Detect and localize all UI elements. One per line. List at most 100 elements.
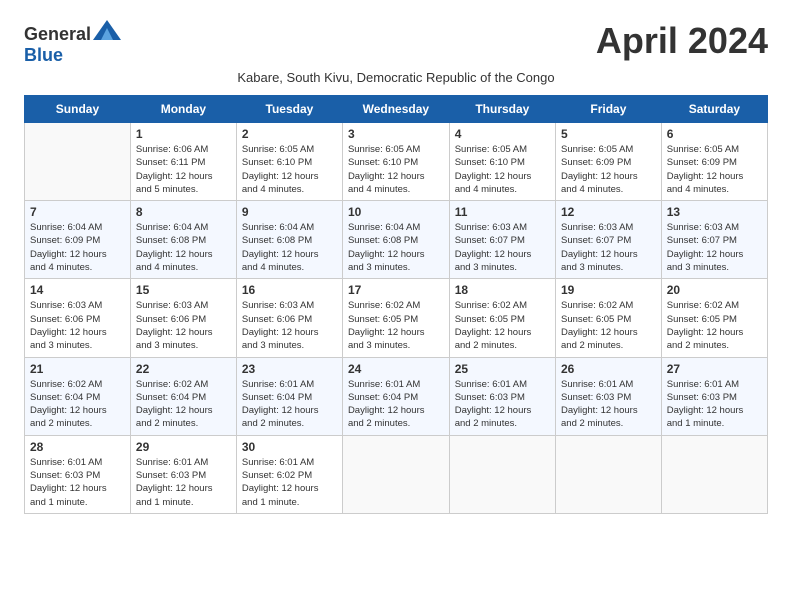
logo-text: General Blue bbox=[24, 20, 121, 66]
day-number: 13 bbox=[667, 205, 762, 219]
day-info: Sunrise: 6:03 AMSunset: 6:07 PMDaylight:… bbox=[667, 221, 762, 274]
day-info: Sunrise: 6:04 AMSunset: 6:09 PMDaylight:… bbox=[30, 221, 125, 274]
day-number: 20 bbox=[667, 283, 762, 297]
logo-icon bbox=[93, 20, 121, 40]
calendar-cell: 16Sunrise: 6:03 AMSunset: 6:06 PMDayligh… bbox=[236, 279, 342, 357]
calendar-cell: 11 Sunrise: 6:03 AMSunset: 6:07 PMDayligh… bbox=[449, 201, 555, 279]
day-info: Sunrise: 6:01 AMSunset: 6:03 PMDaylight:… bbox=[561, 378, 656, 431]
day-info: Sunrise: 6:03 AMSunset: 6:07 PMDaylight:… bbox=[561, 221, 656, 274]
calendar-cell: 6 Sunrise: 6:05 AMSunset: 6:09 PMDaylight… bbox=[661, 123, 767, 201]
calendar-cell bbox=[342, 435, 449, 513]
calendar-week-row: 28 Sunrise: 6:01 AMSunset: 6:03 PMDayligh… bbox=[25, 435, 768, 513]
calendar-cell: 26 Sunrise: 6:01 AMSunset: 6:03 PMDayligh… bbox=[556, 357, 662, 435]
calendar-cell: 19 Sunrise: 6:02 AMSunset: 6:05 PMDayligh… bbox=[556, 279, 662, 357]
calendar-cell bbox=[25, 123, 131, 201]
calendar-cell: 5 Sunrise: 6:05 AMSunset: 6:09 PMDaylight… bbox=[556, 123, 662, 201]
day-info: Sunrise: 6:03 AMSunset: 6:07 PMDaylight:… bbox=[455, 221, 550, 274]
day-of-week-header: Monday bbox=[130, 96, 236, 123]
calendar-week-row: 21Sunrise: 6:02 AMSunset: 6:04 PMDayligh… bbox=[25, 357, 768, 435]
day-of-week-header: Friday bbox=[556, 96, 662, 123]
calendar-week-row: 7 Sunrise: 6:04 AMSunset: 6:09 PMDaylight… bbox=[25, 201, 768, 279]
day-info: Sunrise: 6:05 AMSunset: 6:10 PMDaylight:… bbox=[348, 143, 444, 196]
day-number: 5 bbox=[561, 127, 656, 141]
calendar-cell: 13 Sunrise: 6:03 AMSunset: 6:07 PMDayligh… bbox=[661, 201, 767, 279]
day-info: Sunrise: 6:01 AMSunset: 6:03 PMDaylight:… bbox=[667, 378, 762, 431]
day-number: 15 bbox=[136, 283, 231, 297]
calendar-cell: 12Sunrise: 6:03 AMSunset: 6:07 PMDayligh… bbox=[556, 201, 662, 279]
day-number: 9 bbox=[242, 205, 337, 219]
day-number: 18 bbox=[455, 283, 550, 297]
day-info: Sunrise: 6:03 AMSunset: 6:06 PMDaylight:… bbox=[136, 299, 231, 352]
day-number: 24 bbox=[348, 362, 444, 376]
day-of-week-header: Saturday bbox=[661, 96, 767, 123]
calendar-week-row: 1 Sunrise: 6:06 AMSunset: 6:11 PMDaylight… bbox=[25, 123, 768, 201]
day-info: Sunrise: 6:05 AMSunset: 6:09 PMDaylight:… bbox=[561, 143, 656, 196]
calendar-header-row: SundayMondayTuesdayWednesdayThursdayFrid… bbox=[25, 96, 768, 123]
calendar-cell: 18 Sunrise: 6:02 AMSunset: 6:05 PMDayligh… bbox=[449, 279, 555, 357]
day-number: 19 bbox=[561, 283, 656, 297]
calendar-week-row: 14 Sunrise: 6:03 AMSunset: 6:06 PMDayligh… bbox=[25, 279, 768, 357]
day-number: 2 bbox=[242, 127, 337, 141]
day-info: Sunrise: 6:02 AMSunset: 6:05 PMDaylight:… bbox=[348, 299, 444, 352]
calendar-cell: 30Sunrise: 6:01 AMSunset: 6:02 PMDayligh… bbox=[236, 435, 342, 513]
day-info: Sunrise: 6:05 AMSunset: 6:10 PMDaylight:… bbox=[242, 143, 337, 196]
day-info: Sunrise: 6:02 AMSunset: 6:05 PMDaylight:… bbox=[667, 299, 762, 352]
day-number: 28 bbox=[30, 440, 125, 454]
day-number: 16 bbox=[242, 283, 337, 297]
calendar-cell: 24 Sunrise: 6:01 AMSunset: 6:04 PMDayligh… bbox=[342, 357, 449, 435]
day-of-week-header: Sunday bbox=[25, 96, 131, 123]
day-number: 1 bbox=[136, 127, 231, 141]
day-number: 14 bbox=[30, 283, 125, 297]
calendar-cell: 28 Sunrise: 6:01 AMSunset: 6:03 PMDayligh… bbox=[25, 435, 131, 513]
day-info: Sunrise: 6:05 AMSunset: 6:09 PMDaylight:… bbox=[667, 143, 762, 196]
calendar-cell: 10 Sunrise: 6:04 AMSunset: 6:08 PMDayligh… bbox=[342, 201, 449, 279]
day-info: Sunrise: 6:01 AMSunset: 6:04 PMDaylight:… bbox=[348, 378, 444, 431]
day-info: Sunrise: 6:02 AMSunset: 6:04 PMDaylight:… bbox=[136, 378, 231, 431]
day-number: 26 bbox=[561, 362, 656, 376]
day-number: 29 bbox=[136, 440, 231, 454]
calendar-cell bbox=[556, 435, 662, 513]
calendar-cell: 14 Sunrise: 6:03 AMSunset: 6:06 PMDayligh… bbox=[25, 279, 131, 357]
logo-general: General bbox=[24, 24, 91, 44]
day-info: Sunrise: 6:01 AMSunset: 6:03 PMDaylight:… bbox=[30, 456, 125, 509]
day-info: Sunrise: 6:01 AMSunset: 6:04 PMDaylight:… bbox=[242, 378, 337, 431]
day-number: 22 bbox=[136, 362, 231, 376]
calendar-cell: 27 Sunrise: 6:01 AMSunset: 6:03 PMDayligh… bbox=[661, 357, 767, 435]
day-info: Sunrise: 6:02 AMSunset: 6:05 PMDaylight:… bbox=[455, 299, 550, 352]
calendar-cell: 17 Sunrise: 6:02 AMSunset: 6:05 PMDayligh… bbox=[342, 279, 449, 357]
day-number: 6 bbox=[667, 127, 762, 141]
day-number: 10 bbox=[348, 205, 444, 219]
calendar-cell: 15 Sunrise: 6:03 AMSunset: 6:06 PMDayligh… bbox=[130, 279, 236, 357]
day-of-week-header: Thursday bbox=[449, 96, 555, 123]
calendar-cell: 3Sunrise: 6:05 AMSunset: 6:10 PMDaylight… bbox=[342, 123, 449, 201]
day-number: 17 bbox=[348, 283, 444, 297]
calendar-cell: 2 Sunrise: 6:05 AMSunset: 6:10 PMDaylight… bbox=[236, 123, 342, 201]
day-info: Sunrise: 6:02 AMSunset: 6:05 PMDaylight:… bbox=[561, 299, 656, 352]
calendar-cell: 1 Sunrise: 6:06 AMSunset: 6:11 PMDaylight… bbox=[130, 123, 236, 201]
calendar-table: SundayMondayTuesdayWednesdayThursdayFrid… bbox=[24, 95, 768, 514]
logo-blue: Blue bbox=[24, 45, 63, 65]
day-info: Sunrise: 6:06 AMSunset: 6:11 PMDaylight:… bbox=[136, 143, 231, 196]
calendar-cell: 9Sunrise: 6:04 AMSunset: 6:08 PMDaylight… bbox=[236, 201, 342, 279]
day-info: Sunrise: 6:01 AMSunset: 6:02 PMDaylight:… bbox=[242, 456, 337, 509]
day-number: 25 bbox=[455, 362, 550, 376]
day-of-week-header: Wednesday bbox=[342, 96, 449, 123]
calendar-subtitle: Kabare, South Kivu, Democratic Republic … bbox=[24, 70, 768, 85]
day-info: Sunrise: 6:05 AMSunset: 6:10 PMDaylight:… bbox=[455, 143, 550, 196]
day-info: Sunrise: 6:03 AMSunset: 6:06 PMDaylight:… bbox=[30, 299, 125, 352]
day-info: Sunrise: 6:01 AMSunset: 6:03 PMDaylight:… bbox=[136, 456, 231, 509]
month-title: April 2024 bbox=[596, 20, 768, 62]
calendar-cell: 22 Sunrise: 6:02 AMSunset: 6:04 PMDayligh… bbox=[130, 357, 236, 435]
day-info: Sunrise: 6:01 AMSunset: 6:03 PMDaylight:… bbox=[455, 378, 550, 431]
calendar-cell bbox=[661, 435, 767, 513]
calendar-cell: 4Sunrise: 6:05 AMSunset: 6:10 PMDaylight… bbox=[449, 123, 555, 201]
day-info: Sunrise: 6:04 AMSunset: 6:08 PMDaylight:… bbox=[348, 221, 444, 274]
calendar-cell: 25 Sunrise: 6:01 AMSunset: 6:03 PMDayligh… bbox=[449, 357, 555, 435]
day-info: Sunrise: 6:04 AMSunset: 6:08 PMDaylight:… bbox=[136, 221, 231, 274]
day-info: Sunrise: 6:02 AMSunset: 6:04 PMDaylight:… bbox=[30, 378, 125, 431]
day-number: 11 bbox=[455, 205, 550, 219]
day-number: 7 bbox=[30, 205, 125, 219]
calendar-cell: 20 Sunrise: 6:02 AMSunset: 6:05 PMDayligh… bbox=[661, 279, 767, 357]
day-number: 27 bbox=[667, 362, 762, 376]
page-header: General Blue April 2024 bbox=[24, 20, 768, 66]
